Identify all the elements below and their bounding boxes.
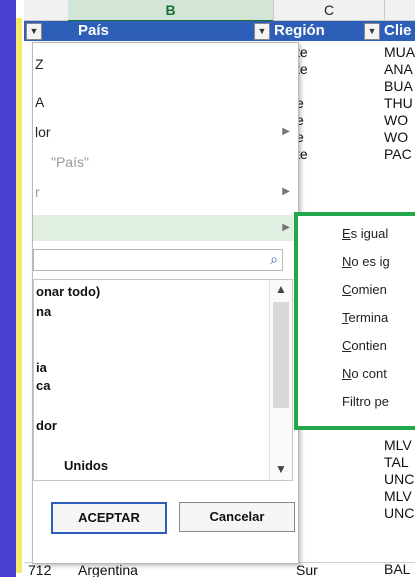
chevron-up-icon[interactable]: ▲ — [275, 282, 287, 296]
autofilter-menu: Z A lor ▶ "País" r ▶ ▶ ⌕ onar todo) na ia … — [32, 42, 299, 564]
filter-label: s igual — [350, 226, 389, 241]
list-item[interactable]: Unidos — [64, 458, 108, 473]
client-cell: UNC — [384, 506, 415, 521]
client-cell: MLV — [384, 489, 412, 504]
client-cell: THU — [384, 96, 413, 111]
list-item[interactable]: ia — [36, 360, 47, 375]
menu-label: Z — [35, 56, 44, 72]
filter-by-color[interactable]: r ▶ — [33, 179, 298, 205]
search-input[interactable]: ⌕ — [33, 249, 283, 271]
filter-contains[interactable]: Contien — [342, 338, 387, 353]
list-item[interactable]: onar todo) — [36, 284, 100, 299]
list-scrollbar[interactable]: ▲ ▼ — [269, 280, 292, 480]
menu-label: lor — [35, 124, 51, 140]
filter-dropdown-region[interactable]: ▼ — [364, 23, 380, 40]
filter-not-contains[interactable]: No cont — [342, 366, 387, 381]
column-header-c[interactable]: C — [274, 0, 385, 21]
list-item[interactable]: na — [36, 304, 51, 319]
search-icon: ⌕ — [270, 251, 278, 267]
client-cell: BUA — [384, 79, 413, 94]
column-header-d[interactable] — [385, 0, 415, 21]
client-cell: UNC — [384, 472, 415, 487]
scrollbar-thumb[interactable] — [273, 302, 289, 408]
column-header-a[interactable] — [24, 0, 69, 21]
menu-label: "País" — [51, 154, 89, 170]
menu-label: r — [35, 184, 40, 200]
filter-dropdown-pais[interactable]: ▼ — [254, 23, 270, 40]
filter-label: o cont — [351, 366, 387, 381]
filter-ends-with[interactable]: Termina — [342, 310, 388, 325]
filter-label: ermina — [348, 310, 389, 325]
column-header-b[interactable]: B — [68, 0, 274, 22]
filter-label: Filtro pe — [342, 394, 389, 409]
chevron-right-icon: ▶ — [282, 186, 290, 197]
client-cell: WO — [384, 130, 409, 145]
access-key: N — [342, 254, 352, 269]
country-cell: Argentina — [78, 563, 138, 577]
row-number: 712 — [28, 563, 52, 577]
filter-begins-with[interactable]: Comien — [342, 282, 387, 297]
header-cliente: Clie — [384, 22, 412, 39]
filter-label: o es ig — [351, 254, 390, 269]
access-key: C — [342, 282, 352, 297]
text-filters[interactable]: ▶ — [33, 215, 298, 241]
access-key: E — [342, 226, 351, 241]
row-header-strip — [16, 18, 22, 573]
header-region: Región — [274, 22, 325, 39]
filter-equals[interactable]: Es igual — [342, 226, 388, 241]
client-cell: TAL — [384, 455, 409, 470]
clear-filter[interactable]: "País" — [33, 149, 298, 175]
list-item[interactable]: ca — [36, 378, 50, 393]
chevron-down-icon[interactable]: ▼ — [275, 462, 287, 476]
access-key: C — [342, 338, 352, 353]
sort-z-to-a[interactable]: A — [33, 89, 298, 115]
accept-button[interactable]: ACEPTAR — [51, 502, 167, 534]
list-item[interactable]: dor — [36, 418, 57, 433]
value-list[interactable]: onar todo) na ia ca dor Unidos ▲ ▼ — [33, 279, 293, 481]
sheet-area: B C ▼ País ▼ Región ▼ Clie te MUA te ANA… — [24, 0, 415, 577]
cancel-button[interactable]: Cancelar — [179, 502, 295, 532]
sort-a-to-z[interactable]: Z — [33, 51, 298, 77]
filter-label: omien — [351, 282, 387, 297]
filter-custom[interactable]: Filtro pe — [342, 394, 389, 409]
spreadsheet-window: B C ▼ País ▼ Región ▼ Clie te MUA te ANA… — [16, 0, 415, 577]
client-cell: ANA — [384, 62, 413, 77]
text-filters-submenu: Es igual No es ig Comien Termina Contien… — [294, 212, 415, 430]
filter-label: ontien — [351, 338, 387, 353]
table-header-row: ▼ País ▼ Región ▼ Clie — [24, 21, 415, 41]
sort-by-color[interactable]: lor ▶ — [33, 119, 298, 145]
client-cell: WO — [384, 113, 409, 128]
header-pais: País — [78, 22, 109, 39]
chevron-right-icon: ▶ — [282, 222, 290, 233]
table-row: 712 Argentina Sur — [24, 562, 415, 577]
menu-label: A — [35, 94, 45, 110]
region-cell: Sur — [296, 563, 318, 577]
filter-dropdown-a[interactable]: ▼ — [26, 23, 42, 40]
filter-not-equals[interactable]: No es ig — [342, 254, 390, 269]
chevron-right-icon: ▶ — [282, 126, 290, 137]
client-cell: MUA — [384, 45, 415, 60]
client-cell: MLV — [384, 438, 412, 453]
access-key: N — [342, 366, 352, 381]
client-cell: PAC — [384, 147, 412, 162]
